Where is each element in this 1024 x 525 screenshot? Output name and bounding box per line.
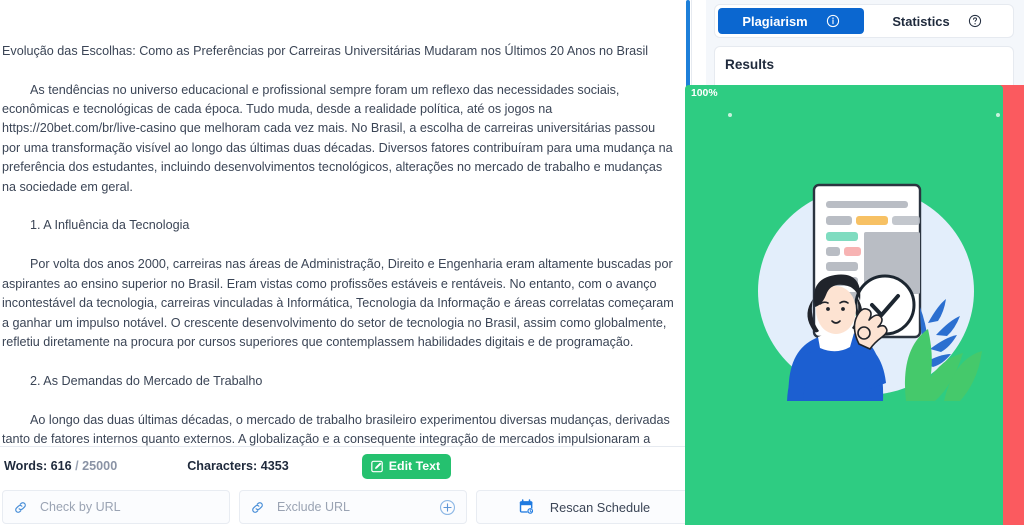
word-count-limit: 25000 [82, 459, 118, 474]
pencil-edit-icon [370, 460, 384, 473]
word-count-value: 616 [50, 459, 72, 474]
calendar-rescan-icon [518, 498, 536, 516]
edit-text-label: Edit Text [388, 459, 441, 474]
character-count-label: Characters: [187, 459, 258, 474]
tab-statistics[interactable]: Statistics [864, 8, 1010, 34]
tab-plagiarism[interactable]: Plagiarism [718, 8, 864, 34]
good-to-go-illustration [714, 173, 1014, 401]
rescan-schedule-label: Rescan Schedule [549, 499, 651, 515]
word-count-label: Words: [4, 459, 48, 474]
character-count-value: 4353 [260, 459, 289, 474]
meter-knob-left [728, 112, 732, 117]
info-circle-icon[interactable] [826, 14, 840, 28]
tab-statistics-label: Statistics [892, 13, 950, 29]
editor-paragraph: 1. A Influência da Tecnologia [30, 218, 190, 233]
character-count: Characters: 4353 [187, 459, 289, 473]
check-by-url-placeholder: Check by URL [40, 500, 121, 515]
edit-text-button[interactable]: Edit Text [361, 453, 452, 479]
editor-paragraph: Por volta dos anos 2000, carreiras nas á… [2, 257, 678, 349]
meter-bar [725, 111, 1003, 118]
editor-paragraph: Evolução das Escolhas: Como as Preferênc… [2, 43, 649, 58]
url-toolbar: Check by URL Exclude URL Rescan Schedule [0, 485, 706, 525]
panel-tabs: Plagiarism Statistics [714, 4, 1014, 38]
right-pane: Plagiarism Statistics Results 100% [685, 0, 1024, 525]
editor-statusbar: Words: 616 / 25000 Characters: 4353 Edit… [0, 447, 706, 486]
editor-paragraph: As tendências no universo educacional e … [2, 82, 677, 194]
exclude-url-field[interactable]: Exclude URL [239, 490, 467, 525]
word-count: Words: 616 / 25000 [4, 459, 117, 473]
rescan-schedule-button[interactable]: Rescan Schedule [476, 490, 692, 525]
exclude-url-placeholder: Exclude URL [277, 500, 350, 515]
editor-content[interactable]: Evolução das Escolhas: Como as Preferênc… [0, 0, 691, 446]
question-circle-icon[interactable] [968, 14, 982, 28]
exclude-url-inner: Exclude URL [250, 500, 350, 515]
editor-paragraph: Ao longo das duas últimas décadas, o mer… [2, 412, 670, 446]
plus-circle-icon[interactable] [439, 499, 456, 516]
text-editor-panel: Evolução das Escolhas: Como as Preferênc… [0, 0, 692, 448]
plagiarism-checker-app: Evolução das Escolhas: Como as Preferênc… [0, 0, 1024, 525]
word-count-separator: / [75, 459, 79, 474]
link-icon [13, 500, 28, 515]
check-by-url-field[interactable]: Check by URL [2, 490, 230, 525]
tab-plagiarism-label: Plagiarism [742, 13, 808, 29]
link-icon [250, 500, 265, 515]
results-title: Results [725, 57, 775, 72]
results-card: Results 0% 100% Download Report [685, 46, 1024, 525]
left-pane: Evolução das Escolhas: Como as Preferênc… [0, 0, 706, 525]
meter-knob-right [996, 112, 1000, 117]
editor-paragraph: 2. As Demandas do Mercado de Trabalho [30, 373, 263, 388]
plagiarism-meter: 0% 100% [685, 85, 1024, 525]
